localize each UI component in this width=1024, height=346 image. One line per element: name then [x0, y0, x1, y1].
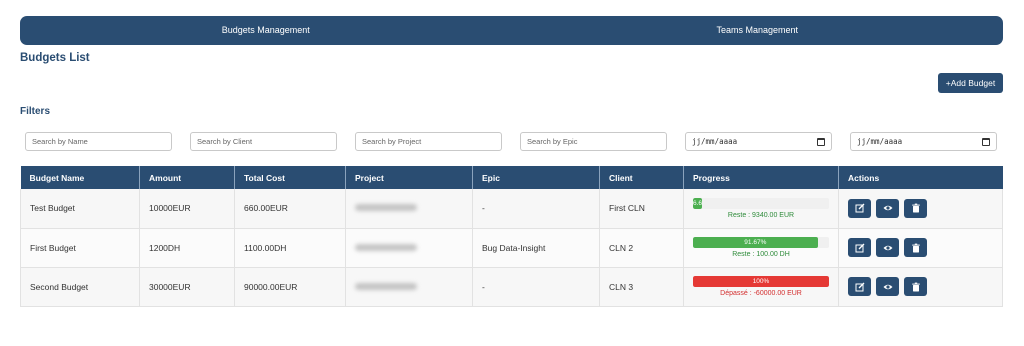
view-button[interactable]	[876, 238, 899, 257]
eye-icon	[883, 206, 892, 211]
edit-button[interactable]	[848, 277, 871, 296]
filters-title: Filters	[20, 106, 51, 117]
search-client-field[interactable]	[190, 132, 337, 151]
progress-fill: 100%	[693, 276, 829, 287]
redacted-project	[355, 282, 417, 290]
calendar-icon[interactable]	[982, 137, 990, 146]
budgets-table: Budget Name Amount Total Cost Project Ep…	[20, 166, 1003, 307]
eye-icon	[883, 245, 892, 250]
total-cost-cell: 90000.00EUR	[234, 267, 346, 307]
tab-budgets-management[interactable]: Budgets Management	[20, 16, 512, 45]
progress-cell: 91.67% Reste : 100.00 DH	[683, 228, 839, 268]
end-date-input[interactable]: jj/mm/aaaa	[850, 132, 997, 151]
redacted-project	[355, 204, 417, 212]
trash-icon	[911, 243, 920, 252]
progress-bar: 91.67% Reste : 100.00 DH	[693, 237, 829, 258]
search-project-field[interactable]	[355, 132, 502, 151]
table-row: Test Budget 10000EUR 660.00EUR - First C…	[20, 189, 1003, 229]
search-project-input[interactable]	[362, 137, 495, 146]
progress-track: 6.6	[693, 197, 829, 209]
edit-button[interactable]	[848, 198, 871, 218]
page-title: Budgets List	[20, 52, 90, 64]
amount-cell: 30000EUR	[139, 267, 235, 307]
client-cell: CLN 3	[599, 267, 684, 307]
start-date-input[interactable]: jj/mm/aaaa	[685, 132, 832, 151]
column-header: Client	[599, 166, 684, 189]
delete-button[interactable]	[904, 277, 927, 296]
progress-bar: 100% Dépassé : -60000.00 EUR	[693, 276, 829, 297]
trash-icon	[911, 282, 920, 291]
table-row: First Budget 1200DH 1100.00DH Bug Data-I…	[20, 228, 1003, 268]
total-cost-cell: 1100.00DH	[234, 228, 346, 268]
progress-note: Reste : 100.00 DH	[732, 251, 790, 258]
amount-cell: 1200DH	[139, 228, 235, 268]
project-cell	[345, 267, 473, 307]
column-header: Epic	[472, 166, 600, 189]
progress-note: Reste : 9340.00 EUR	[727, 211, 795, 219]
progress-fill: 91.67%	[693, 237, 818, 248]
client-cell: First CLN	[599, 189, 684, 229]
project-cell	[345, 189, 473, 229]
project-cell	[345, 228, 473, 268]
epic-cell: Bug Data-Insight	[472, 228, 600, 268]
delete-button[interactable]	[904, 198, 927, 218]
eye-icon	[883, 284, 892, 289]
column-header: Total Cost	[234, 166, 346, 189]
budget-name-cell: Second Budget	[20, 267, 140, 307]
add-budget-button[interactable]: +Add Budget	[938, 73, 1003, 93]
actions-cell	[838, 189, 1003, 229]
actions-cell	[838, 267, 1003, 307]
top-navigation: Budgets Management Teams Management	[20, 16, 1003, 45]
client-cell: CLN 2	[599, 228, 684, 268]
progress-cell: 6.6 Reste : 9340.00 EUR	[683, 189, 839, 229]
actions-cell	[838, 228, 1003, 268]
trash-icon	[911, 203, 920, 213]
amount-cell: 10000EUR	[139, 189, 235, 229]
progress-track: 91.67%	[693, 237, 829, 248]
column-header: Actions	[838, 166, 1003, 189]
calendar-icon[interactable]	[817, 137, 825, 146]
edit-icon	[855, 282, 864, 291]
progress-fill: 6.6	[693, 197, 703, 209]
column-header: Project	[345, 166, 473, 189]
search-epic-input[interactable]	[527, 137, 660, 146]
progress-bar: 6.6 Reste : 9340.00 EUR	[693, 197, 829, 219]
progress-track: 100%	[693, 276, 829, 287]
search-epic-field[interactable]	[520, 132, 667, 151]
start-date-value: jj/mm/aaaa	[692, 137, 738, 146]
view-button[interactable]	[876, 277, 899, 296]
column-header: Amount	[139, 166, 235, 189]
delete-button[interactable]	[904, 238, 927, 257]
progress-note: Dépassé : -60000.00 EUR	[720, 290, 802, 297]
search-name-input[interactable]	[32, 137, 165, 146]
column-header: Progress	[683, 166, 839, 189]
edit-icon	[855, 203, 864, 213]
search-client-input[interactable]	[197, 137, 330, 146]
epic-cell: -	[472, 267, 600, 307]
budget-name-cell: First Budget	[20, 228, 140, 268]
end-date-value: jj/mm/aaaa	[857, 137, 903, 146]
column-header: Budget Name	[20, 166, 140, 189]
tab-teams-management[interactable]: Teams Management	[512, 16, 1004, 45]
view-button[interactable]	[876, 198, 899, 218]
edit-button[interactable]	[848, 238, 871, 257]
budget-name-cell: Test Budget	[20, 189, 140, 229]
progress-cell: 100% Dépassé : -60000.00 EUR	[683, 267, 839, 307]
table-row: Second Budget 30000EUR 90000.00EUR - CLN…	[20, 267, 1003, 307]
edit-icon	[855, 243, 864, 252]
search-name-field[interactable]	[25, 132, 172, 151]
redacted-project	[355, 243, 417, 251]
table-header-row: Budget Name Amount Total Cost Project Ep…	[20, 166, 1003, 189]
total-cost-cell: 660.00EUR	[234, 189, 346, 229]
epic-cell: -	[472, 189, 600, 229]
